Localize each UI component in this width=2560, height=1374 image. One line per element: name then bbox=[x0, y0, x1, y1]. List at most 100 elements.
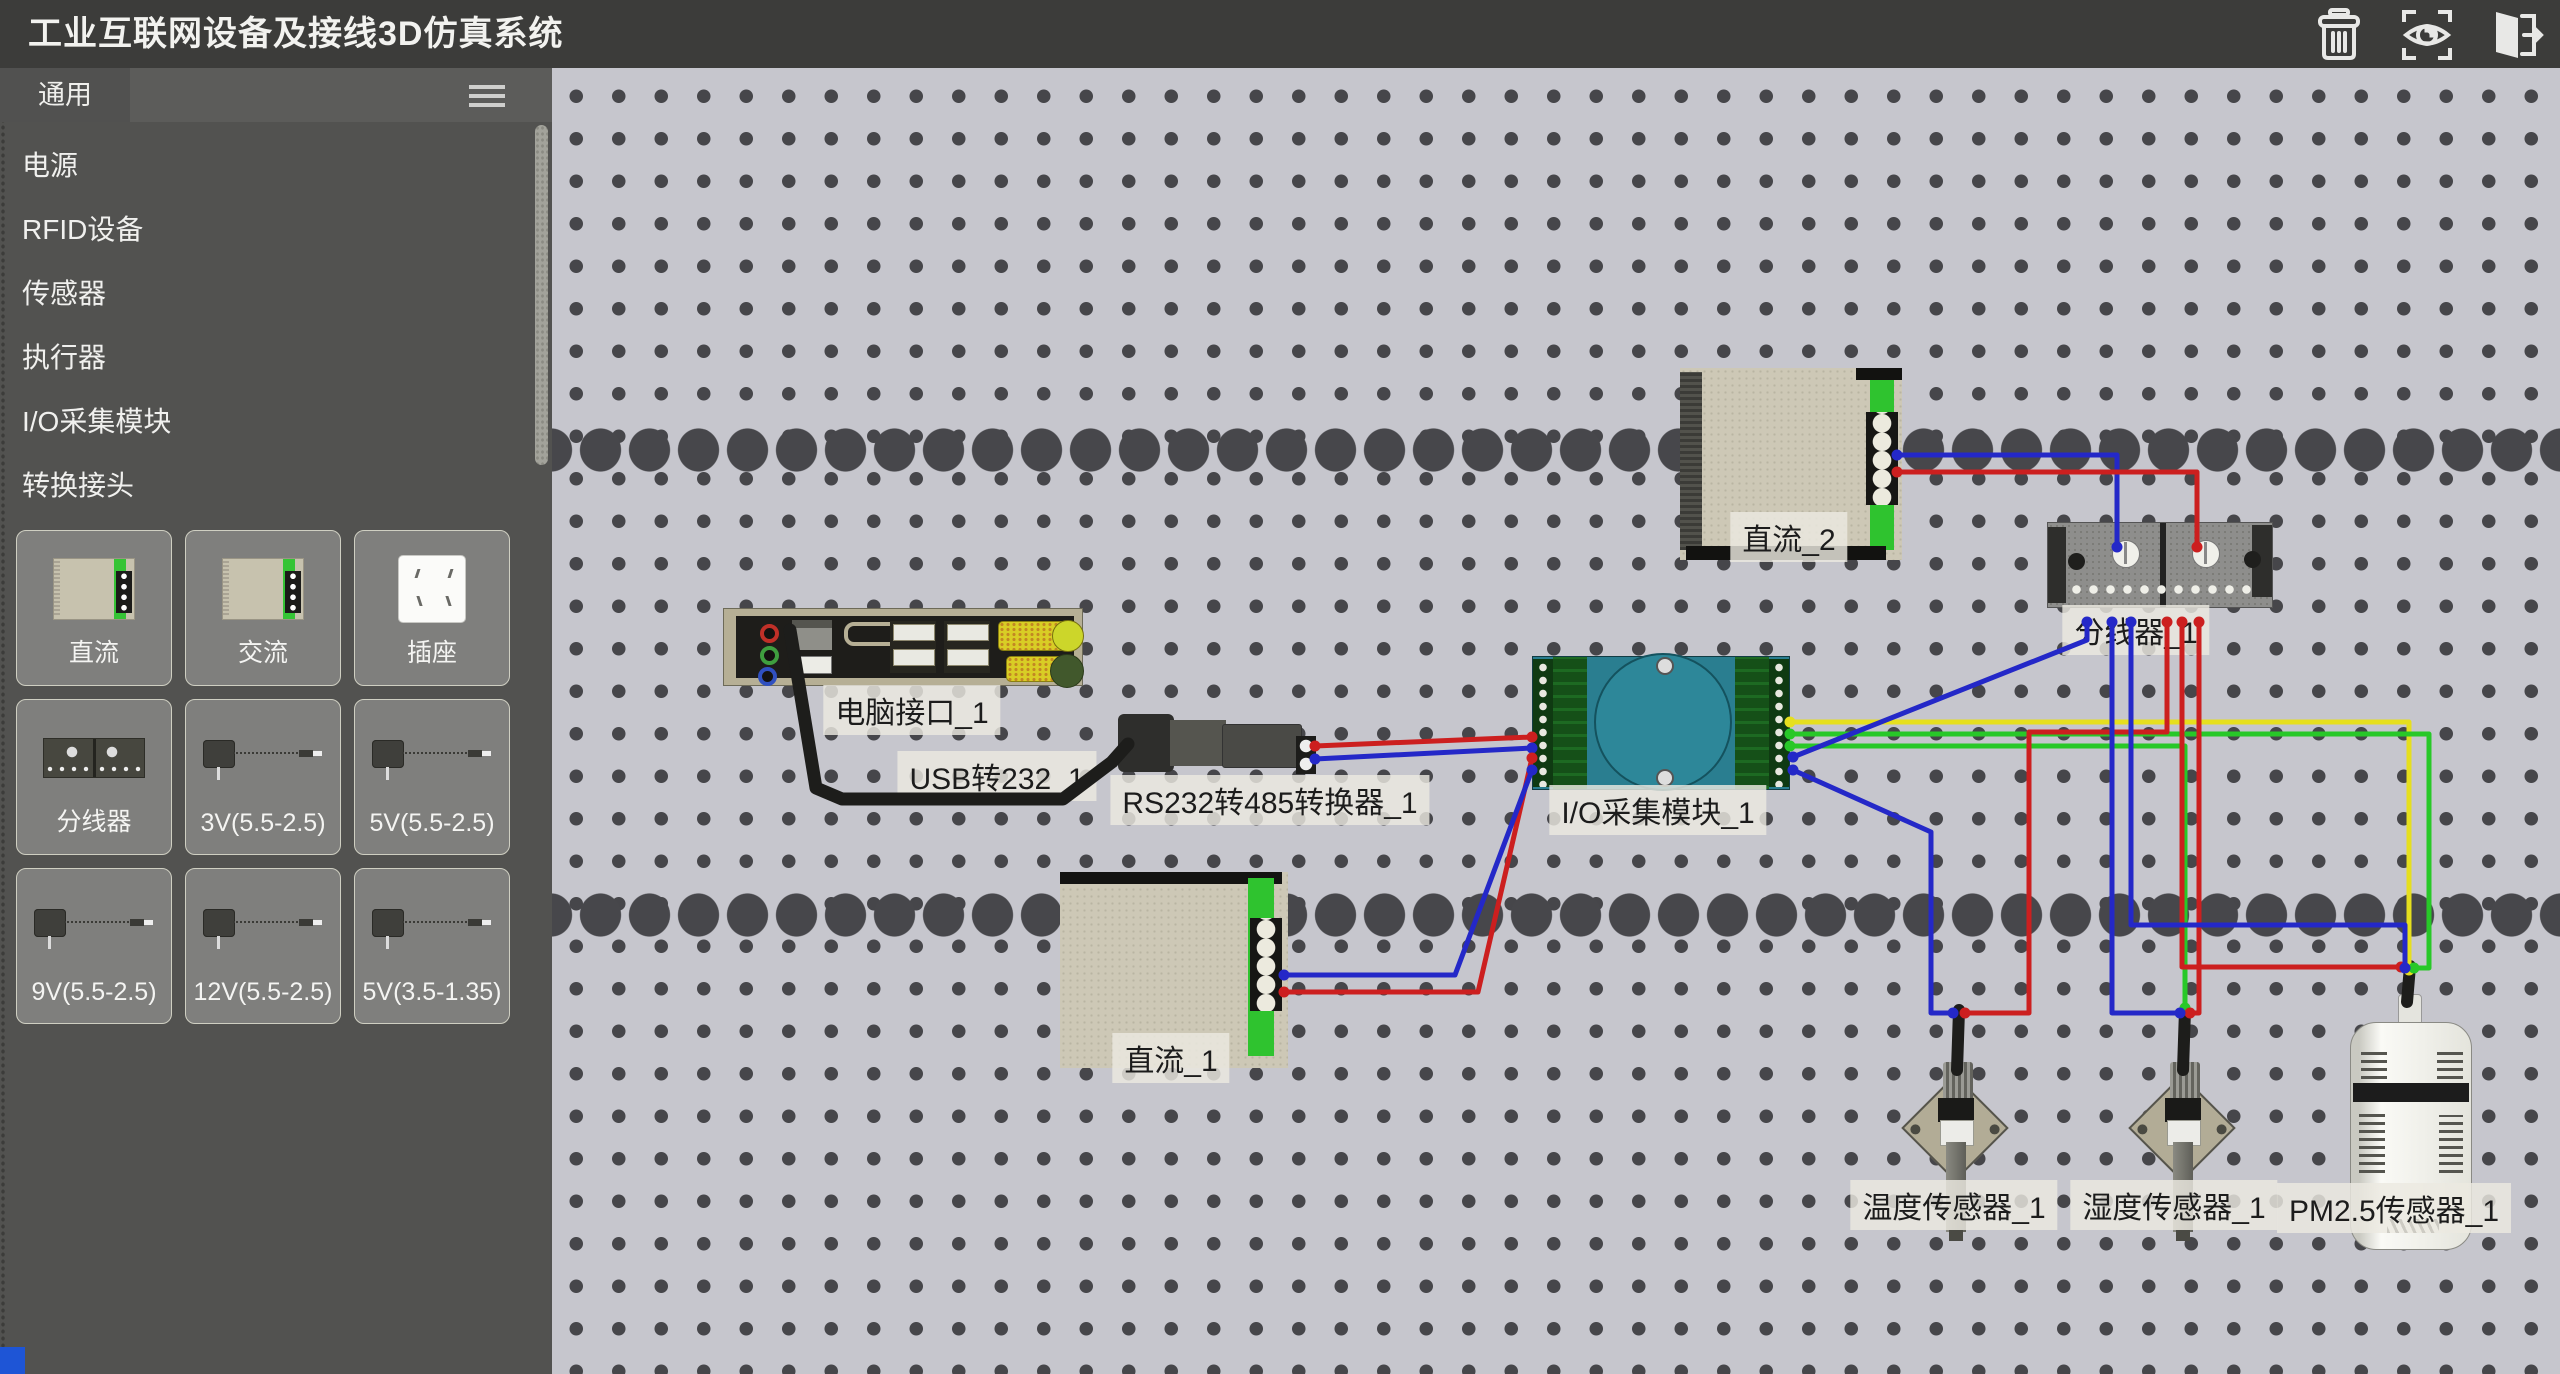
sidebar-item-0[interactable]: 电源 bbox=[0, 134, 552, 198]
device-label: I/O采集模块_1 bbox=[1549, 785, 1766, 835]
heatsink bbox=[1680, 372, 1702, 550]
device-usb-232-connector[interactable] bbox=[1118, 714, 1174, 772]
screw bbox=[2192, 540, 2220, 568]
audio-jack-blue bbox=[758, 667, 777, 686]
toolbar bbox=[2310, 6, 2544, 64]
tile-label: 直流 bbox=[17, 633, 171, 669]
device-label: 直流_1 bbox=[1112, 1033, 1229, 1083]
socket-icon bbox=[399, 556, 465, 622]
din-rail-holes-top bbox=[552, 427, 2560, 473]
sidebar-item-5[interactable]: 转换接头 bbox=[0, 454, 552, 518]
mount-hole bbox=[2244, 551, 2261, 568]
vent bbox=[2359, 1111, 2385, 1173]
tile-label: 5V(3.5-1.35) bbox=[355, 978, 509, 1007]
temp-sensor-tip bbox=[1949, 1230, 1963, 1241]
sidebar-item-3[interactable]: 执行器 bbox=[0, 326, 552, 390]
adapter-icon bbox=[203, 903, 323, 951]
converter-terminal[interactable] bbox=[1296, 736, 1316, 774]
sidebar-item-2[interactable]: 传感器 bbox=[0, 262, 552, 326]
page-title: 工业互联网设备及接线3D仿真系统 bbox=[28, 0, 563, 68]
usb-port bbox=[792, 656, 832, 674]
device-splitter[interactable] bbox=[2047, 522, 2273, 608]
terminal-row bbox=[2068, 583, 2254, 596]
vent bbox=[2437, 1047, 2463, 1079]
tile-label: 12V(5.5-2.5) bbox=[186, 978, 340, 1007]
device-io-module[interactable] bbox=[1532, 656, 1790, 790]
device-label: 直流_2 bbox=[1730, 512, 1847, 562]
sidebar-item-1[interactable]: RFID设备 bbox=[0, 198, 552, 262]
pm25-band bbox=[2353, 1083, 2469, 1102]
adapter-icon bbox=[372, 903, 492, 951]
adapter-icon bbox=[372, 734, 492, 782]
lan-port bbox=[792, 620, 832, 650]
tab-strip: 通用 bbox=[0, 68, 552, 122]
tile-label: 交流 bbox=[186, 633, 340, 669]
audio-jack-green bbox=[760, 646, 779, 665]
device-usb-232-connector[interactable] bbox=[1170, 720, 1226, 766]
audio-jack-red bbox=[760, 624, 779, 643]
tile-label: 9V(5.5-2.5) bbox=[17, 978, 171, 1007]
tile-label: 插座 bbox=[355, 633, 509, 669]
shadow bbox=[1856, 368, 1902, 380]
usb-pair bbox=[890, 621, 936, 673]
io-module-disc bbox=[1594, 653, 1732, 791]
palette-tile-7[interactable]: 12V(5.5-2.5) bbox=[185, 868, 341, 1024]
category-menu: 电源RFID设备传感器执行器I/O采集模块转换接头 bbox=[0, 122, 552, 518]
device-label: 温度传感器_1 bbox=[1850, 1180, 2057, 1230]
terminal-block bbox=[1250, 918, 1282, 1011]
view-icon[interactable] bbox=[2398, 6, 2456, 64]
exit-icon[interactable] bbox=[2486, 6, 2544, 64]
io-terminal-left bbox=[1533, 659, 1553, 787]
trash-icon[interactable] bbox=[2310, 6, 2368, 64]
screw bbox=[2112, 540, 2140, 568]
pc-panel-face bbox=[736, 616, 1074, 678]
device-label: RS232转485转换器_1 bbox=[1110, 775, 1429, 825]
sidebar-scrollbar[interactable] bbox=[535, 125, 548, 465]
sidebar-item-4[interactable]: I/O采集模块 bbox=[0, 390, 552, 454]
device-label: 分线器_1 bbox=[2062, 605, 2209, 655]
adapter-icon bbox=[203, 734, 323, 782]
palette-tile-8[interactable]: 5V(3.5-1.35) bbox=[354, 868, 510, 1024]
device-label: 电脑接口_1 bbox=[823, 685, 1000, 735]
palette-tile-2[interactable]: 插座 bbox=[354, 530, 510, 686]
vent bbox=[2439, 1115, 2463, 1173]
psu-icon bbox=[53, 558, 135, 620]
tile-label: 分线器 bbox=[17, 802, 171, 838]
title-bar: 工业互联网设备及接线3D仿真系统 bbox=[0, 0, 2560, 68]
device-rs232-485-converter[interactable] bbox=[1222, 724, 1302, 768]
usb-pair bbox=[944, 621, 990, 673]
ps2-port-green bbox=[1050, 654, 1084, 688]
vent bbox=[2361, 1049, 2387, 1079]
tile-label: 3V(5.5-2.5) bbox=[186, 809, 340, 838]
palette-tile-5[interactable]: 5V(5.5-2.5) bbox=[354, 699, 510, 855]
din-rail-holes-bottom bbox=[552, 892, 2560, 938]
psu-icon bbox=[222, 558, 304, 620]
palette-tile-3[interactable]: 分线器 bbox=[16, 699, 172, 855]
io-pcb-right bbox=[1735, 657, 1769, 789]
device-pc-interface[interactable] bbox=[723, 608, 1083, 686]
humidity-sensor-clamp bbox=[2165, 1098, 2201, 1122]
splitter-icon bbox=[43, 738, 145, 778]
splitter-cap bbox=[2048, 527, 2066, 603]
temp-sensor-clamp bbox=[1938, 1098, 1974, 1122]
mount-hole bbox=[2068, 553, 2085, 570]
io-terminal-right bbox=[1769, 659, 1789, 787]
palette-tile-6[interactable]: 9V(5.5-2.5) bbox=[16, 868, 172, 1024]
adapter-icon bbox=[34, 903, 154, 951]
palette-tile-1[interactable]: 交流 bbox=[185, 530, 341, 686]
menu-icon[interactable] bbox=[469, 85, 505, 107]
palette-tile-0[interactable]: 直流 bbox=[16, 530, 172, 686]
device-label: USB转232_1 bbox=[897, 751, 1096, 801]
device-label: PM2.5传感器_1 bbox=[2277, 1183, 2511, 1233]
corner-marker bbox=[0, 1347, 25, 1374]
terminal-block bbox=[1866, 412, 1898, 505]
tab-general[interactable]: 通用 bbox=[0, 68, 130, 122]
palette-tile-4[interactable]: 3V(5.5-2.5) bbox=[185, 699, 341, 855]
device-label: 湿度传感器_1 bbox=[2070, 1180, 2277, 1230]
component-palette: 直流交流插座分线器 3V(5.5-2.5) 5V(5.5-2.5) 9V(5.5-2.… bbox=[16, 530, 536, 1024]
sidebar: 通用 电源RFID设备传感器执行器I/O采集模块转换接头 直流交流插座分线器 3V… bbox=[0, 68, 552, 1374]
io-pcb-left bbox=[1553, 657, 1587, 789]
tile-label: 5V(5.5-2.5) bbox=[355, 809, 509, 838]
ps2-port-yellow bbox=[1052, 620, 1084, 652]
humidity-sensor-tip bbox=[2176, 1230, 2190, 1241]
